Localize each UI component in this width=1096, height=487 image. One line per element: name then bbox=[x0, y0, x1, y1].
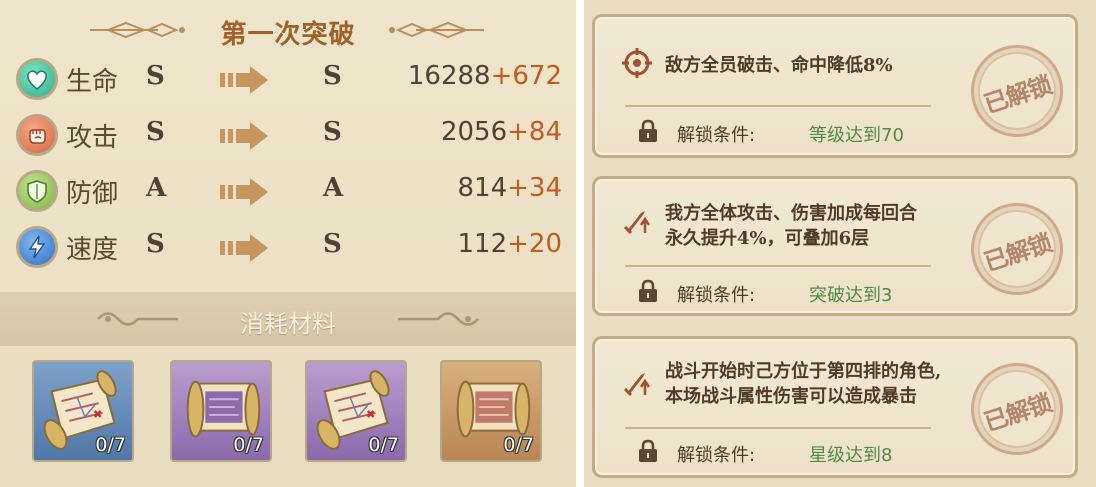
stat-row-defense: 防御 A A 814+34 bbox=[0, 164, 576, 220]
stat-base-value: 2056 bbox=[440, 117, 508, 147]
stat-label: 防御 bbox=[66, 179, 119, 209]
skill-description-line: 我方全体攻击、伤害加成每回合 bbox=[665, 203, 917, 224]
skill-card-3[interactable]: 战斗开始时己方位于第四排的角色, 本场战斗属性伤害可以造成暴击 解锁条件: 星级… bbox=[592, 336, 1078, 478]
skill-card-2[interactable]: 我方全体攻击、伤害加成每回合 永久提升4%，可叠加6层 解锁条件: 突破达到3 … bbox=[592, 176, 1078, 316]
material-slot-1[interactable]: 0/7 bbox=[32, 360, 134, 462]
lightning-icon bbox=[16, 226, 58, 268]
unlock-condition-value: 突破达到3 bbox=[809, 285, 893, 306]
stat-bonus-value: +672 bbox=[490, 61, 562, 91]
unlock-condition-label: 解锁条件: bbox=[677, 445, 756, 466]
breakthrough-title: 第一次突破 bbox=[220, 20, 356, 50]
stat-bonus-value: +34 bbox=[507, 173, 562, 203]
material-count: 0/7 bbox=[503, 434, 534, 456]
card-divider bbox=[625, 105, 931, 107]
breakthrough-header: 第一次突破 bbox=[0, 8, 576, 52]
stat-value: 2056+84 bbox=[441, 117, 562, 147]
skill-description-line: 敌方全员破击、命中降低8% bbox=[665, 55, 893, 76]
stat-base-value: 16288 bbox=[407, 61, 491, 91]
arrow-right-icon bbox=[220, 122, 268, 150]
heart-icon bbox=[16, 58, 58, 100]
grade-before: A bbox=[146, 173, 167, 203]
stat-base-value: 814 bbox=[457, 173, 508, 203]
stat-value: 16288+672 bbox=[408, 61, 562, 91]
material-slot-4[interactable]: 0/7 bbox=[440, 360, 542, 462]
skill-description-line: 永久提升4%，可叠加6层 bbox=[665, 228, 870, 249]
shield-icon bbox=[16, 170, 58, 212]
material-count: 0/7 bbox=[368, 434, 399, 456]
material-slot-2[interactable]: 0/7 bbox=[170, 360, 272, 462]
breakthrough-panel: 第一次突破 生命 S S 16288+672 攻击 S S 2056+84 防御… bbox=[0, 0, 576, 487]
card-divider bbox=[625, 427, 931, 429]
material-count: 0/7 bbox=[95, 434, 126, 456]
stat-label: 速度 bbox=[66, 235, 119, 265]
grade-before: S bbox=[146, 61, 165, 91]
stat-value: 814+34 bbox=[457, 173, 562, 203]
stat-base-value: 112 bbox=[457, 229, 508, 259]
stat-label: 攻击 bbox=[66, 123, 119, 153]
unlocked-stamp: 已解锁 bbox=[971, 363, 1063, 455]
lock-icon bbox=[639, 279, 657, 302]
stat-value: 112+20 bbox=[457, 229, 562, 259]
materials-label: 消耗材料 bbox=[240, 310, 336, 338]
grade-after: S bbox=[323, 229, 342, 259]
stat-label: 生命 bbox=[66, 67, 119, 97]
unlocked-stamp: 已解锁 bbox=[971, 45, 1063, 137]
stat-bonus-value: +20 bbox=[507, 229, 562, 259]
skill-card-1[interactable]: 敌方全员破击、命中降低8% 解锁条件: 等级达到70 已解锁 bbox=[592, 14, 1078, 158]
arrow-right-icon bbox=[220, 66, 268, 94]
skills-panel: 敌方全员破击、命中降低8% 解锁条件: 等级达到70 已解锁 我方全体攻击、伤害… bbox=[584, 0, 1096, 487]
skill-description: 我方全体攻击、伤害加成每回合 永久提升4%，可叠加6层 bbox=[665, 201, 917, 251]
banner-ornament-right bbox=[398, 312, 479, 326]
stat-row-attack: 攻击 S S 2056+84 bbox=[0, 108, 576, 164]
sword-up-icon bbox=[623, 373, 651, 397]
lock-icon bbox=[639, 439, 657, 462]
crosshair-icon bbox=[622, 48, 652, 78]
grade-after: S bbox=[323, 117, 342, 147]
unlock-condition-label: 解锁条件: bbox=[677, 285, 756, 306]
stat-row-hp: 生命 S S 16288+672 bbox=[0, 52, 576, 108]
arrow-right-icon bbox=[220, 234, 268, 262]
arrow-right-icon bbox=[220, 178, 268, 206]
grade-after: S bbox=[323, 61, 342, 91]
fist-icon bbox=[16, 114, 58, 156]
unlock-condition-value: 等级达到70 bbox=[809, 125, 904, 146]
unlocked-stamp: 已解锁 bbox=[971, 203, 1063, 295]
grade-after: A bbox=[323, 173, 344, 203]
lock-icon bbox=[639, 119, 657, 142]
skill-description-line: 战斗开始时己方位于第四排的角色, bbox=[665, 361, 942, 382]
sword-up-icon bbox=[623, 211, 651, 235]
material-slot-3[interactable]: 0/7 bbox=[305, 360, 407, 462]
unlock-condition-label: 解锁条件: bbox=[677, 125, 756, 146]
unlock-condition-value: 星级达到8 bbox=[809, 445, 893, 466]
material-count: 0/7 bbox=[233, 434, 264, 456]
materials-header: 消耗材料 bbox=[0, 292, 576, 346]
card-divider bbox=[625, 265, 931, 267]
stat-row-speed: 速度 S S 112+20 bbox=[0, 220, 576, 276]
grade-before: S bbox=[146, 229, 165, 259]
grade-before: S bbox=[146, 117, 165, 147]
skill-description: 敌方全员破击、命中降低8% bbox=[665, 53, 893, 78]
title-ornament-right bbox=[389, 21, 484, 39]
skill-description: 战斗开始时己方位于第四排的角色, 本场战斗属性伤害可以造成暴击 bbox=[665, 359, 941, 409]
skill-description-line: 本场战斗属性伤害可以造成暴击 bbox=[665, 386, 917, 407]
stat-bonus-value: +84 bbox=[507, 117, 562, 147]
